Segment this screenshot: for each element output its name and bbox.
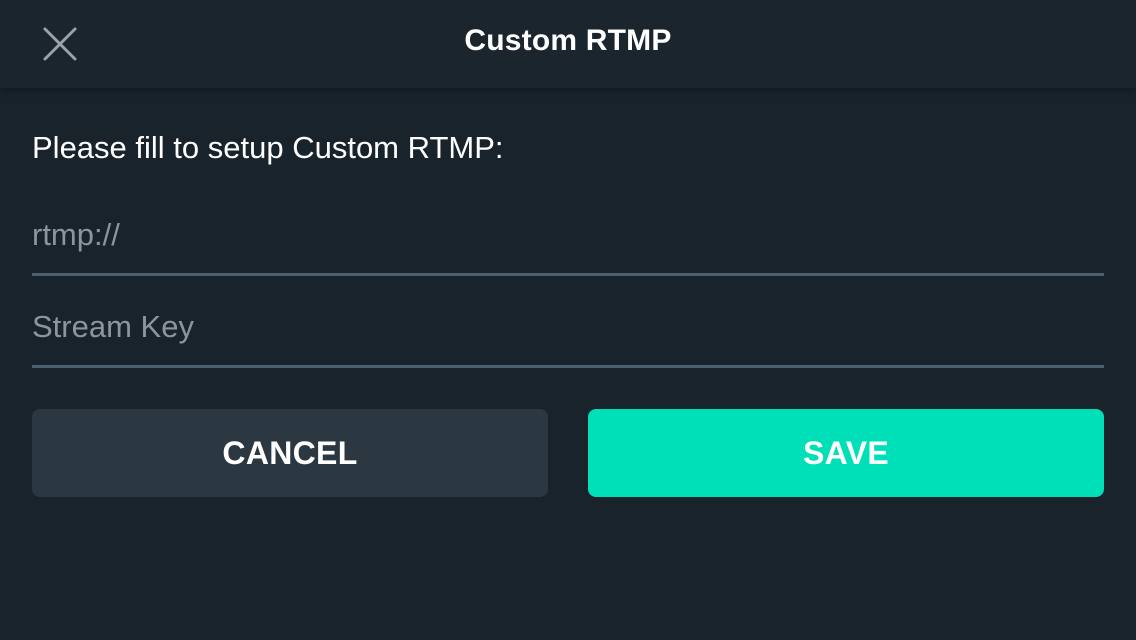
header-bar: Custom RTMP [0, 0, 1136, 88]
instructions-text: Please fill to setup Custom RTMP: [32, 130, 504, 165]
custom-rtmp-screen: Custom RTMP Please fill to setup Custom … [0, 0, 1136, 640]
save-button[interactable]: SAVE [588, 409, 1104, 497]
rtmp-url-input[interactable] [32, 196, 1104, 276]
cancel-button[interactable]: CANCEL [32, 409, 548, 497]
stream-key-input[interactable] [32, 288, 1104, 368]
page-title: Custom RTMP [464, 24, 672, 57]
